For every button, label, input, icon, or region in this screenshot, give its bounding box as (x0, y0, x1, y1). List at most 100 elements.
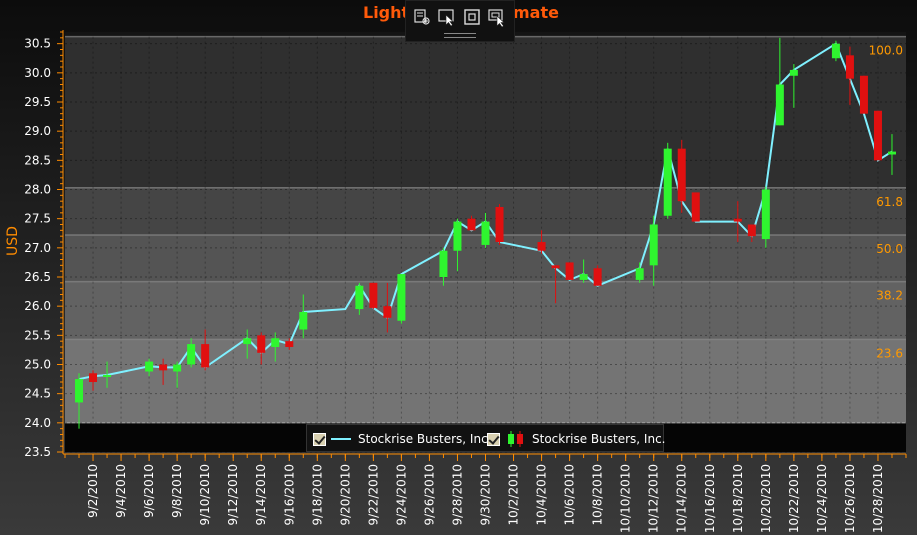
candle-body-down (89, 373, 98, 382)
y-tick-label: 23.5 (24, 445, 51, 459)
candle-body-down (257, 335, 266, 353)
candlestick (859, 75, 868, 114)
zoom-select-icon[interactable] (412, 7, 432, 27)
x-tick-label: 10/10/2010 (619, 464, 633, 533)
candlestick (565, 262, 574, 280)
candle-body-up (775, 84, 784, 126)
x-tick-label: 9/26/2010 (422, 464, 436, 526)
candlestick (495, 204, 504, 245)
x-tick-label: 9/4/2010 (114, 464, 128, 518)
legend-label-line: Stockrise Busters, Inc. (358, 432, 492, 446)
legend-item-line[interactable]: Stockrise Busters, Inc. (313, 425, 491, 453)
x-tick-label: 9/2/2010 (86, 464, 100, 518)
x-tick-label: 10/14/2010 (675, 464, 689, 533)
candle-body-down (159, 364, 168, 371)
y-tick-label: 29.0 (24, 124, 51, 138)
candle-body-down (565, 262, 574, 280)
x-tick-label: 9/16/2010 (282, 464, 296, 526)
x-tick-label: 10/20/2010 (759, 464, 773, 533)
x-tick-label: 9/6/2010 (142, 464, 156, 518)
fib-label: 23.6 (876, 346, 903, 360)
candle-body-down (859, 75, 868, 114)
candle-body-up (761, 189, 770, 240)
y-tick-label: 28.0 (24, 183, 51, 197)
legend-checkbox-candles[interactable] (487, 432, 500, 446)
candle-body-down (495, 207, 504, 242)
y-tick-label: 26.0 (24, 299, 51, 313)
candle-body-down (201, 344, 210, 368)
candle-body-down (691, 192, 700, 222)
legend-label-candles: Stockrise Busters, Inc. (532, 432, 666, 446)
candle-body-up (649, 224, 658, 266)
x-tick-label: 10/22/2010 (787, 464, 801, 533)
x-tick-label: 10/2/2010 (507, 464, 521, 526)
candle-body-up (789, 69, 798, 76)
plot-area[interactable]: 100.0 61.8 50.0 38.2 23.6 (65, 32, 906, 453)
candle-body-down (873, 110, 882, 161)
line-series-swatch (331, 438, 351, 440)
candle-body-down (383, 306, 392, 318)
candle-body-up (635, 268, 644, 280)
x-tick-label: 9/24/2010 (394, 464, 408, 526)
candle-body-up (887, 151, 896, 155)
candlestick (873, 110, 882, 161)
candle-body-down (677, 148, 686, 202)
candle-body-down (551, 265, 560, 269)
candlestick (691, 192, 700, 222)
y-tick-label: 30.0 (24, 66, 51, 80)
y-tick-label: 24.5 (24, 387, 51, 401)
candle-body-up (299, 312, 308, 330)
fib-label: 50.0 (876, 242, 903, 256)
candlestick (397, 274, 406, 324)
candle-body-up (397, 274, 406, 321)
candle-body-up (453, 221, 462, 251)
candle-body-up (145, 361, 154, 372)
x-tick-label: 10/28/2010 (871, 464, 885, 533)
x-tick-label: 10/26/2010 (843, 464, 857, 533)
fib-label: 38.2 (876, 289, 903, 303)
x-tick-label: 9/14/2010 (254, 464, 268, 526)
candlestick (593, 265, 602, 286)
candlestick (369, 282, 378, 310)
legend-item-candles[interactable]: Stockrise Busters, Inc. (487, 425, 665, 453)
candle-body-up (187, 344, 196, 365)
y-tick-label: 28.5 (24, 153, 51, 167)
candle-body-down (733, 218, 742, 222)
x-tick-label: 10/18/2010 (731, 464, 745, 533)
chart-title-right: mate (513, 3, 559, 22)
fib-label: 100.0 (869, 44, 903, 58)
candle-body-up (439, 250, 448, 277)
candle-body-up (75, 379, 84, 403)
x-tick-label: 9/30/2010 (479, 464, 493, 526)
pointer-select-icon[interactable] (437, 7, 457, 27)
x-tick-label: 10/24/2010 (815, 464, 829, 533)
y-tick-label: 29.5 (24, 95, 51, 109)
candlestick-series-swatch (508, 431, 523, 447)
toolbar-drag-handle[interactable] (444, 33, 476, 38)
candle-body-up (481, 221, 490, 245)
fib-band (65, 281, 906, 340)
candle-body-up (271, 338, 280, 347)
x-tick-label: 10/12/2010 (647, 464, 661, 533)
fit-view-icon[interactable] (462, 7, 482, 27)
x-tick-label: 10/6/2010 (563, 464, 577, 526)
candle-body-down (285, 341, 294, 347)
zoom-pointer-icon[interactable] (487, 7, 507, 27)
x-tick-label: 9/28/2010 (451, 464, 465, 526)
candle-body-up (173, 364, 182, 372)
x-tick-label: 9/20/2010 (338, 464, 352, 526)
candle-body-down (747, 224, 756, 237)
candlestick-chart: 100.0 61.8 50.0 38.2 23.6 23.5 24.0 24.5 25.0 25… (0, 0, 917, 535)
x-tick-label: 9/18/2010 (310, 464, 324, 526)
legend-checkbox-line[interactable] (313, 432, 326, 446)
x-tick-label: 10/8/2010 (591, 464, 605, 526)
chart-toolbar (405, 0, 515, 42)
y-axis-title: USD (5, 226, 21, 256)
y-tick-label: 26.5 (24, 270, 51, 284)
y-tick-label: 30.5 (24, 37, 51, 51)
candle-body-up (579, 274, 588, 280)
y-tick-label: 25.0 (24, 358, 51, 372)
candle-body-up (663, 148, 672, 216)
candlestick (831, 40, 840, 62)
candlestick (761, 186, 770, 248)
